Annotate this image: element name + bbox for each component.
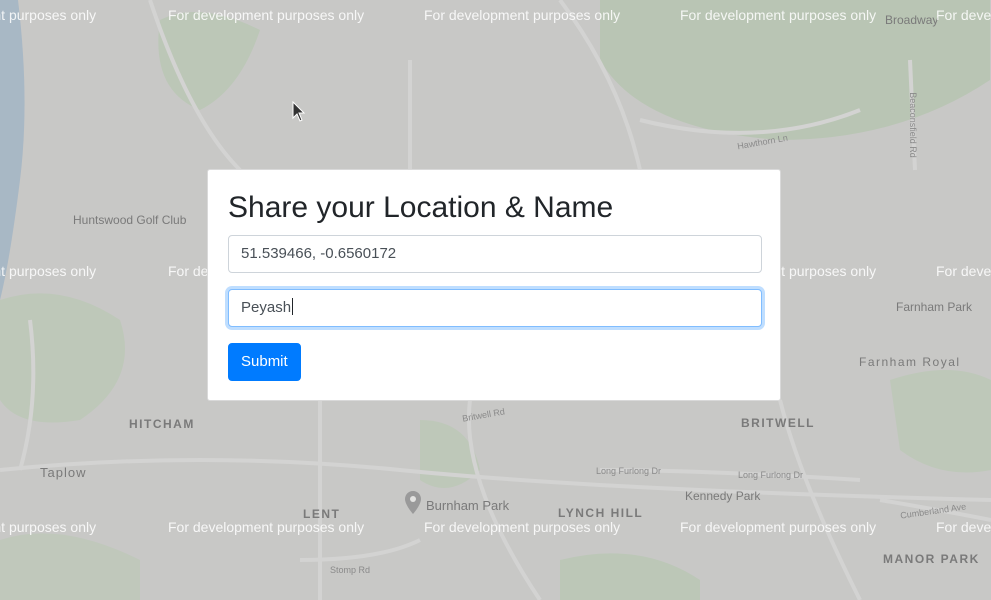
road-label: Beaconsfield Rd (907, 92, 918, 158)
watermark: For development purposes only (424, 519, 621, 535)
place-label: Farnham Royal (859, 355, 961, 369)
name-input-value: Peyash (241, 299, 292, 316)
place-label: MANOR PARK (883, 552, 980, 566)
watermark: For development purposes only (168, 519, 365, 535)
watermark: For development purposes only (0, 263, 97, 279)
watermark: For development purposes only (936, 263, 991, 279)
place-label: Farnham Park (896, 300, 973, 314)
place-label: Broadway (885, 13, 939, 27)
watermark: For development purposes only (936, 519, 991, 535)
form-title: Share your Location & Name (228, 191, 614, 224)
name-input[interactable]: Peyash (228, 289, 762, 327)
place-label: HITCHAM (129, 417, 195, 431)
place-label: BRITWELL (741, 416, 815, 430)
place-label: Kennedy Park (685, 489, 761, 503)
place-label: Huntswood Golf Club (73, 213, 187, 227)
road-label: Long Furlong Dr (596, 466, 662, 476)
text-caret (292, 298, 294, 315)
watermark: For development purposes only (680, 519, 877, 535)
watermark: For development purposes only (168, 7, 365, 23)
share-location-card: Share your Location & Name 51.539466, -0… (207, 169, 781, 401)
place-label: Burnham Park (426, 498, 510, 513)
road-label: Long Furlong Dr (738, 470, 804, 480)
watermark: For development purposes only (424, 7, 621, 23)
location-input-value: 51.539466, -0.6560172 (241, 245, 397, 262)
place-label: Taplow (40, 465, 87, 480)
watermark: For development purposes only (680, 7, 877, 23)
submit-button[interactable]: Submit (228, 343, 301, 381)
watermark: For development purposes only (936, 7, 991, 23)
watermark: For development purposes only (0, 519, 97, 535)
mouse-pointer-icon (292, 100, 306, 128)
location-input[interactable]: 51.539466, -0.6560172 (228, 235, 762, 273)
watermark: For development purposes only (0, 7, 97, 23)
place-label: LYNCH HILL (558, 506, 644, 520)
road-label: Stomp Rd (330, 565, 371, 575)
